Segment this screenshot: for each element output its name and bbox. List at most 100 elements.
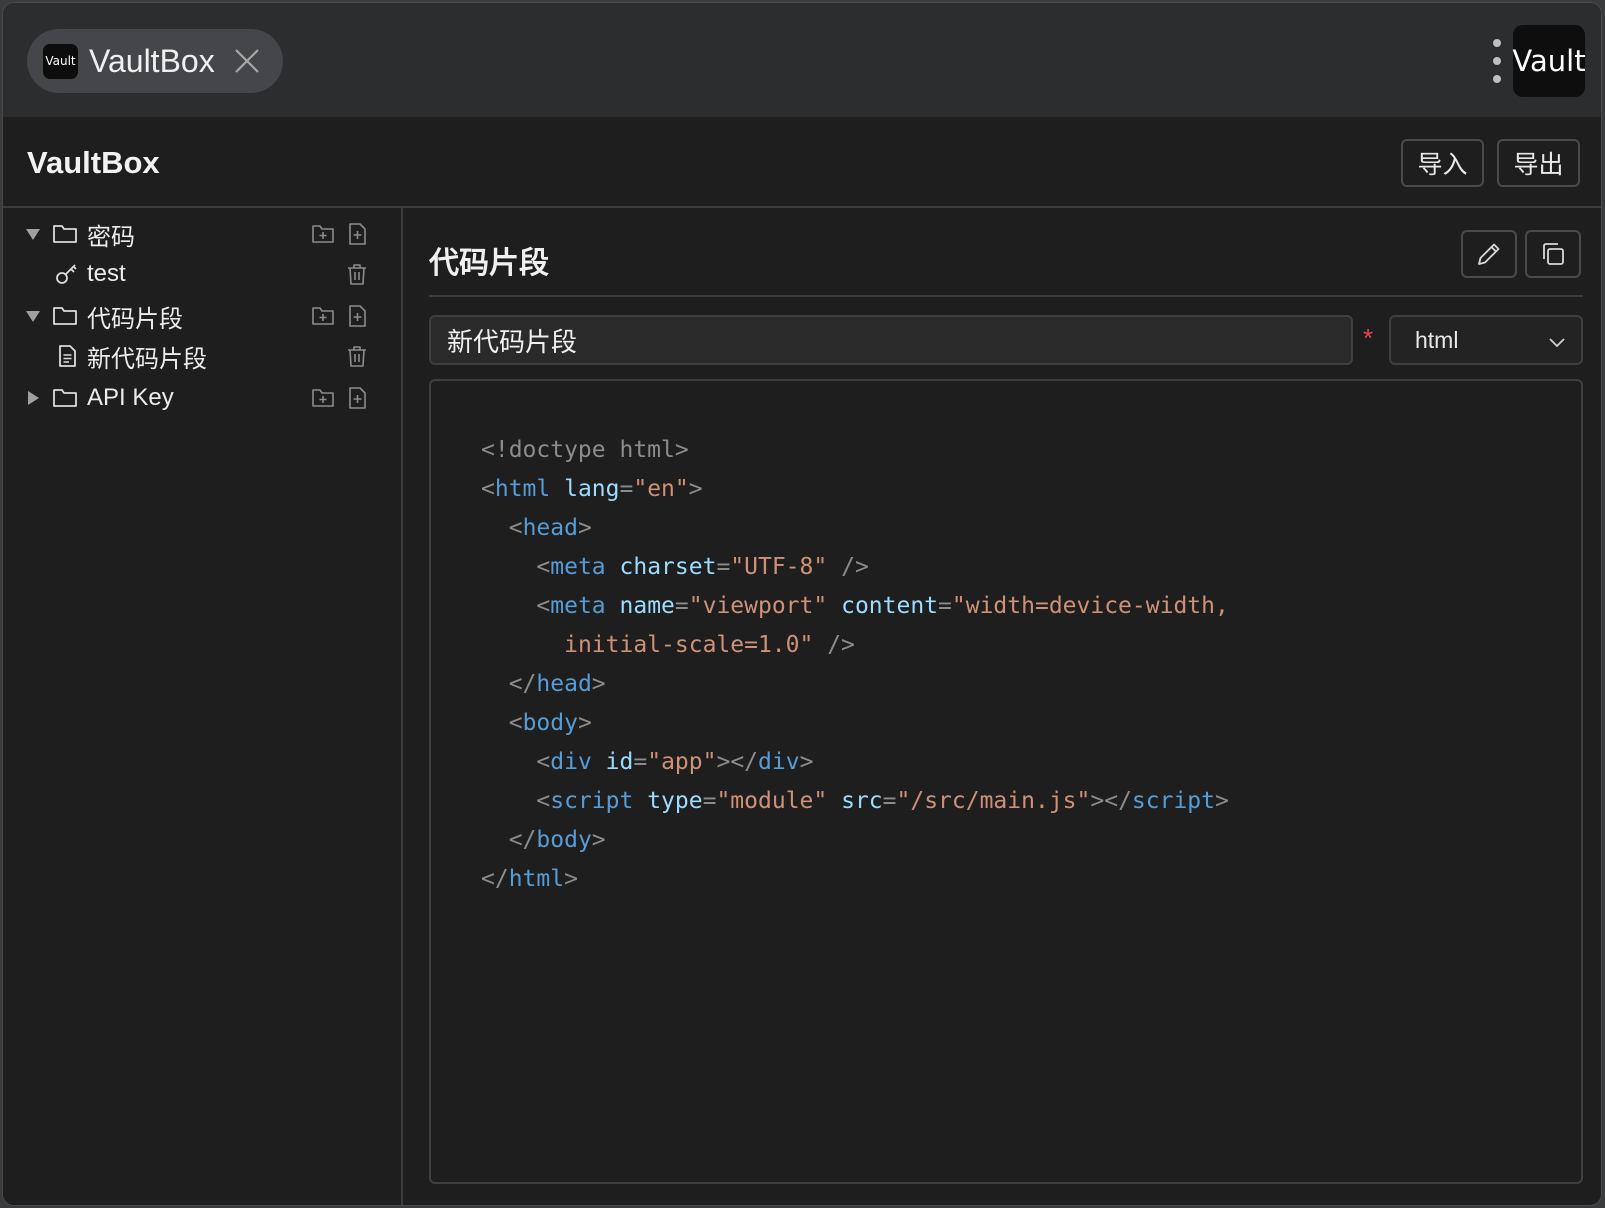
edit-button[interactable] — [1461, 230, 1517, 278]
code-line: <body> — [481, 704, 1581, 743]
code-line: <div id="app"></div> — [481, 743, 1581, 782]
code-token: head — [536, 671, 592, 697]
code-token: src — [841, 788, 883, 814]
code-token: < — [508, 515, 523, 541]
app-header: VaultBox 导入 导出 — [3, 117, 1601, 208]
caret-down-icon[interactable] — [23, 306, 43, 326]
code-line: <html lang="en"> — [481, 470, 1581, 509]
tree-folder-api-key[interactable]: API Key — [3, 378, 401, 418]
export-button[interactable]: 导出 — [1497, 139, 1580, 187]
tab-bar: Vault VaultBox Vault — [3, 3, 1601, 117]
code-token: body — [536, 827, 592, 853]
code-token: content — [841, 593, 939, 619]
code-token: script — [1131, 788, 1216, 814]
code-token: < — [481, 476, 495, 502]
import-button[interactable]: 导入 — [1401, 139, 1484, 187]
code-token: </ — [508, 827, 537, 853]
code-token: > — [591, 671, 606, 697]
app-window: Vault VaultBox Vault VaultBox 导入 导出 密码 t… — [2, 2, 1602, 1206]
code-token: lang — [564, 476, 620, 502]
language-select[interactable]: html — [1389, 315, 1583, 365]
code-token: < — [536, 593, 551, 619]
tree-item-test[interactable]: test — [3, 254, 401, 294]
code-token: /> — [827, 632, 855, 658]
tree-item-label: 密码 — [87, 223, 135, 251]
code-token: < — [536, 554, 551, 580]
code-token: ></ — [1090, 788, 1132, 814]
tree-item-label: test — [87, 260, 126, 287]
code-line: <head> — [481, 509, 1581, 548]
add-folder-icon[interactable] — [311, 222, 335, 246]
code-token: meta — [550, 593, 606, 619]
code-token: > — [1215, 788, 1229, 814]
trash-icon[interactable] — [345, 344, 369, 368]
more-vertical-icon[interactable] — [1488, 39, 1506, 83]
trash-icon[interactable] — [345, 262, 369, 286]
code-token: head — [522, 515, 578, 541]
code-token: initial-scale=1.0" — [564, 632, 814, 658]
code-token: div — [758, 749, 800, 775]
code-line: <meta name="viewport" content="width=dev… — [481, 587, 1581, 626]
code-token: charset — [619, 554, 717, 580]
folder-icon — [52, 303, 78, 329]
tree-item-new-snippet[interactable]: 新代码片段 — [3, 336, 401, 376]
add-folder-icon[interactable] — [311, 304, 335, 328]
code-token: = — [633, 749, 648, 775]
code-token: > — [591, 827, 606, 853]
tree-folder-snippets[interactable]: 代码片段 — [3, 296, 401, 336]
caret-right-icon[interactable] — [23, 388, 43, 408]
code-token: div — [550, 749, 592, 775]
code-token: > — [564, 866, 578, 892]
add-file-icon[interactable] — [345, 222, 369, 246]
vault-button[interactable]: Vault — [1512, 25, 1586, 97]
add-file-icon[interactable] — [345, 386, 369, 410]
divider — [429, 295, 1583, 297]
code-token: type — [647, 788, 703, 814]
code-line: </head> — [481, 665, 1581, 704]
tab-vaultbox[interactable]: Vault VaultBox — [27, 29, 283, 93]
code-token: < — [536, 788, 551, 814]
tab-title: VaultBox — [89, 42, 215, 79]
copy-icon — [1543, 243, 1564, 265]
code-token: = — [716, 554, 731, 580]
caret-down-icon[interactable] — [23, 224, 43, 244]
code-token: "en" — [633, 476, 689, 502]
code-token: /> — [841, 554, 869, 580]
code-token: html — [494, 476, 551, 502]
add-folder-icon[interactable] — [311, 386, 335, 410]
code-token: "width=device-width, — [951, 593, 1229, 619]
code-token: </ — [508, 671, 537, 697]
code-line: <!doctype html> — [481, 431, 1581, 470]
file-text-icon — [55, 344, 79, 368]
close-icon[interactable] — [233, 47, 261, 75]
language-value: html — [1415, 326, 1459, 353]
chevron-down-icon — [1547, 332, 1567, 352]
tree-folder-passwords[interactable]: 密码 — [3, 214, 401, 254]
code-editor[interactable]: <!doctype html> <html lang="en"> <head> <… — [429, 379, 1583, 1184]
code-line: initial-scale=1.0" /> — [481, 626, 1581, 665]
code-token: </ — [481, 866, 509, 892]
folder-icon — [52, 221, 78, 247]
snippet-name-input[interactable] — [429, 315, 1353, 365]
code-token: > — [577, 710, 592, 736]
code-token: html — [508, 866, 565, 892]
copy-button[interactable] — [1525, 230, 1581, 278]
key-icon — [55, 262, 79, 286]
code-token: name — [619, 593, 675, 619]
add-file-icon[interactable] — [345, 304, 369, 328]
tree-item-label: API Key — [87, 384, 174, 411]
